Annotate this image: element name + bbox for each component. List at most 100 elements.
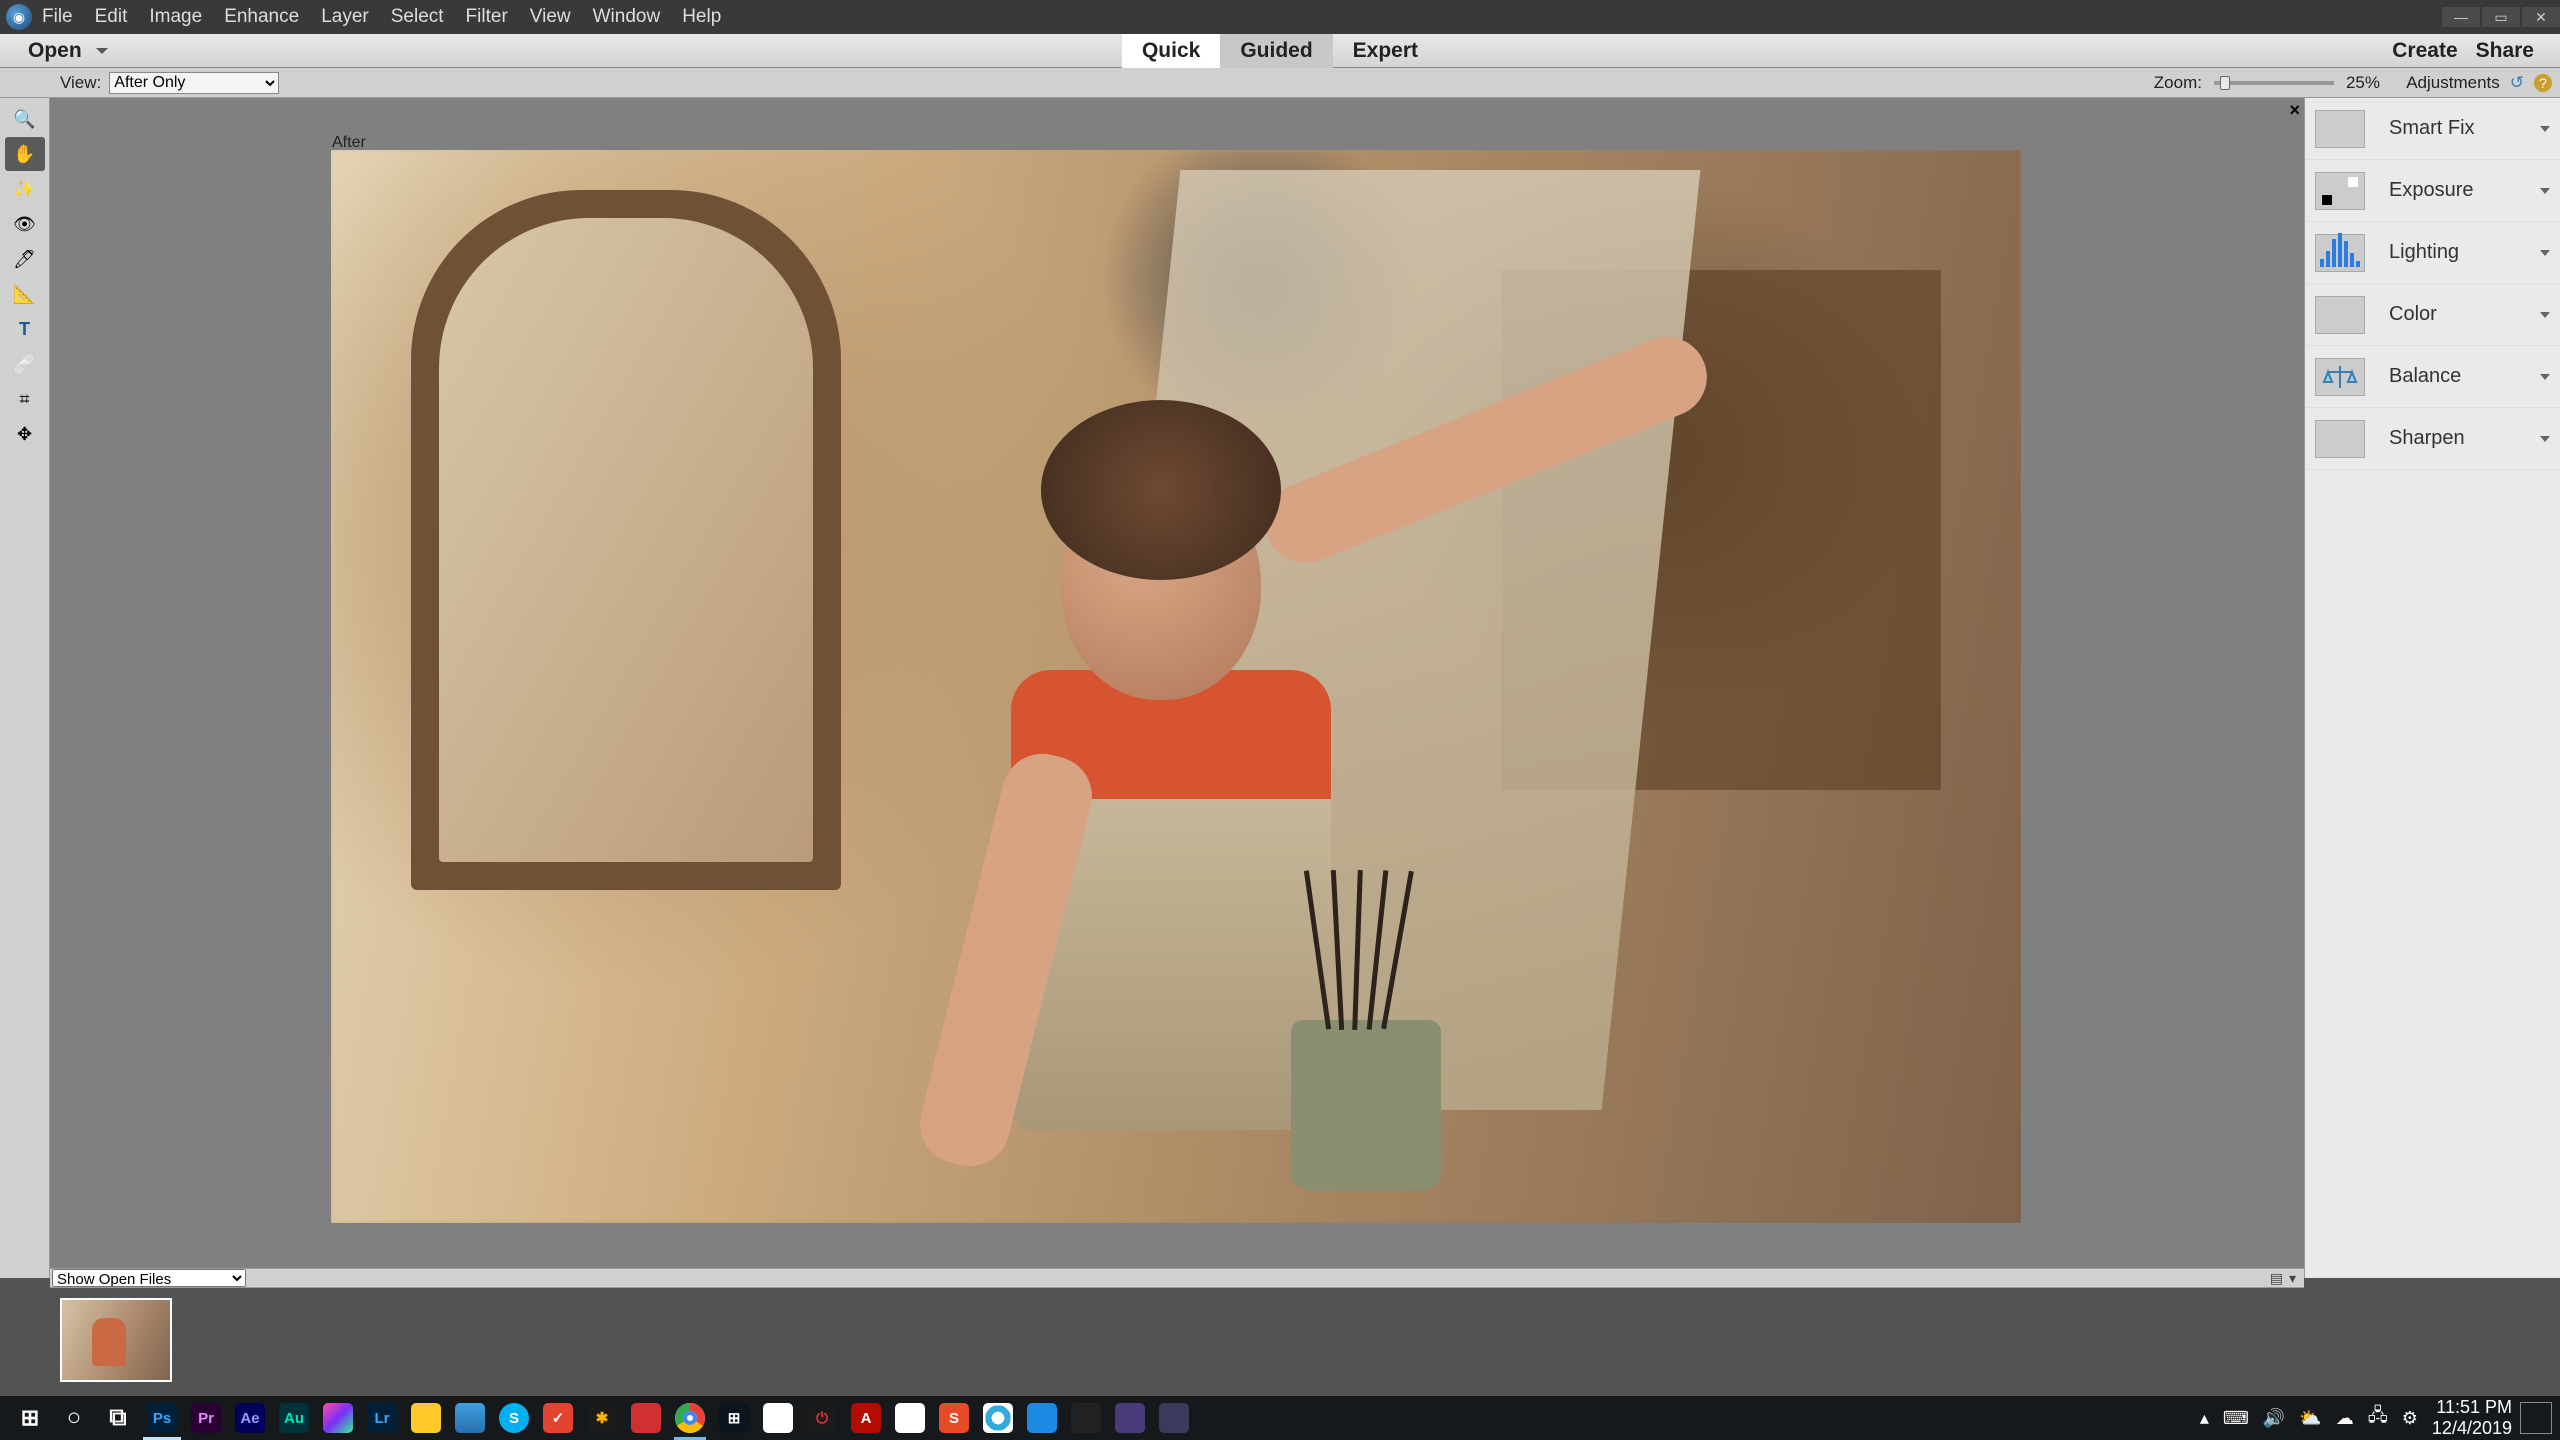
taskbar-clock[interactable]: 11:51 PM 12/4/2019: [2432, 1397, 2512, 1438]
taskbar-document[interactable]: [888, 1396, 932, 1440]
tray-icon-2[interactable]: 🔊: [2263, 1408, 2285, 1429]
share-button[interactable]: Share: [2476, 39, 2542, 63]
taskbar-audition[interactable]: Au: [272, 1396, 316, 1440]
zoom-tool[interactable]: 🔍: [5, 102, 45, 136]
tray-icon-4[interactable]: ☁: [2336, 1408, 2354, 1429]
menu-filter[interactable]: Filter: [466, 6, 508, 28]
chevron-down-icon: [96, 48, 108, 54]
prism-icon: [323, 1403, 353, 1433]
close-button[interactable]: ✕: [2522, 7, 2560, 27]
clock-date: 12/4/2019: [2432, 1418, 2512, 1439]
taskbar-pse[interactable]: [1152, 1396, 1196, 1440]
tray-icon-1[interactable]: ⌨: [2223, 1408, 2249, 1429]
taskbar-blueapp[interactable]: [1020, 1396, 1064, 1440]
tab-expert[interactable]: Expert: [1333, 34, 1438, 68]
taskbar-prism[interactable]: [316, 1396, 360, 1440]
photo-bin-select[interactable]: Show Open Files: [52, 1269, 246, 1287]
bin-grid-icon[interactable]: ▤: [2270, 1270, 2283, 1287]
eye-tool[interactable]: 👁: [5, 207, 45, 241]
taskbar-store[interactable]: [448, 1396, 492, 1440]
taskbar-photos[interactable]: [1064, 1396, 1108, 1440]
quick-select-tool[interactable]: ✨: [5, 172, 45, 206]
menu-layer[interactable]: Layer: [321, 6, 369, 28]
help-icon[interactable]: ?: [2534, 74, 2552, 92]
menu-select[interactable]: Select: [391, 6, 444, 28]
chrome-icon: [675, 1403, 705, 1433]
taskbar-cortana[interactable]: ○: [52, 1396, 96, 1440]
type-tool[interactable]: T: [5, 312, 45, 346]
taskbar-honeycomb[interactable]: ✱: [580, 1396, 624, 1440]
create-button[interactable]: Create: [2392, 39, 2465, 63]
adjustment-sharpen[interactable]: Sharpen: [2305, 408, 2560, 470]
adjustment-exposure[interactable]: Exposure: [2305, 160, 2560, 222]
notification-icon[interactable]: [2520, 1402, 2552, 1434]
tray-icon-3[interactable]: ⛅: [2299, 1408, 2321, 1429]
tray-icon-5[interactable]: 🖧: [2368, 1403, 2388, 1433]
tray-icon-6[interactable]: ⚙: [2402, 1408, 2418, 1429]
adjustment-color[interactable]: Color: [2305, 284, 2560, 346]
crop-tool[interactable]: ⌗: [5, 382, 45, 416]
taskbar-power[interactable]: ⏻: [800, 1396, 844, 1440]
photoshop-icon: Ps: [147, 1403, 177, 1433]
bin-menu-icon[interactable]: ▾: [2289, 1270, 2296, 1287]
zoom-value: 25%: [2346, 73, 2380, 93]
reset-panel-icon[interactable]: ↺: [2510, 73, 2524, 93]
taskbar-acrobat[interactable]: A: [844, 1396, 888, 1440]
photo-bin: [50, 1288, 2304, 1396]
tray-icon-0[interactable]: ▴: [2200, 1408, 2209, 1429]
taskbar-start[interactable]: ⊞: [8, 1396, 52, 1440]
close-document-icon[interactable]: ×: [2289, 100, 2300, 121]
menu-edit[interactable]: Edit: [95, 6, 128, 28]
minimize-button[interactable]: —: [2442, 7, 2480, 27]
photo-bin-thumbnail[interactable]: [60, 1298, 172, 1382]
adjustment-lighting[interactable]: Lighting: [2305, 222, 2560, 284]
lightroom-icon: Lr: [367, 1403, 397, 1433]
taskbar-lightroom[interactable]: Lr: [360, 1396, 404, 1440]
taskbar-support[interactable]: [976, 1396, 1020, 1440]
open-label: Open: [28, 39, 82, 63]
sharpen-icon: [2315, 420, 2365, 458]
aftereffects-icon: Ae: [235, 1403, 265, 1433]
zoom-slider[interactable]: [2214, 81, 2334, 85]
menu-enhance[interactable]: Enhance: [224, 6, 299, 28]
taskbar-skype[interactable]: S: [492, 1396, 536, 1440]
taskbar-premiere[interactable]: Pr: [184, 1396, 228, 1440]
chevron-down-icon: [2540, 436, 2550, 442]
taskbar-taskview[interactable]: ⧉: [96, 1396, 140, 1440]
move-tool[interactable]: ✥: [5, 417, 45, 451]
taskbar-todoist[interactable]: ✓: [536, 1396, 580, 1440]
taskbar-snagit[interactable]: S: [932, 1396, 976, 1440]
adjustment-smartfix[interactable]: Smart Fix: [2305, 98, 2560, 160]
view-select[interactable]: After Only: [109, 72, 279, 94]
menu-file[interactable]: File: [42, 6, 73, 28]
menu-image[interactable]: Image: [149, 6, 202, 28]
open-button[interactable]: Open: [0, 39, 126, 63]
document-canvas[interactable]: [331, 150, 2021, 1223]
taskbar-explorer[interactable]: [404, 1396, 448, 1440]
smartfix-icon: [2315, 110, 2365, 148]
taskbar-snip[interactable]: [624, 1396, 668, 1440]
taskbar-vidapp[interactable]: [1108, 1396, 1152, 1440]
adjustment-balance[interactable]: Balance: [2305, 346, 2560, 408]
skype-icon: S: [499, 1403, 529, 1433]
taskbar-calculator[interactable]: ⊞: [712, 1396, 756, 1440]
menu-window[interactable]: Window: [593, 6, 661, 28]
store-icon: [455, 1403, 485, 1433]
spot-heal-tool[interactable]: 🩹: [5, 347, 45, 381]
menu-view[interactable]: View: [530, 6, 571, 28]
maximize-button[interactable]: ▭: [2482, 7, 2520, 27]
hand-tool[interactable]: ✋: [5, 137, 45, 171]
lighting-icon: [2315, 234, 2365, 272]
straighten-tool[interactable]: 📐: [5, 277, 45, 311]
taskbar-aftereffects[interactable]: Ae: [228, 1396, 272, 1440]
chevron-down-icon: [2540, 188, 2550, 194]
tab-guided[interactable]: Guided: [1220, 34, 1332, 68]
taskbar-chrome[interactable]: [668, 1396, 712, 1440]
tab-quick[interactable]: Quick: [1122, 34, 1220, 68]
action-bar: Open Quick Guided Expert Create Share: [0, 34, 2560, 68]
menu-help[interactable]: Help: [682, 6, 721, 28]
document-icon: [895, 1403, 925, 1433]
taskbar-slack[interactable]: [756, 1396, 800, 1440]
whiten-tool[interactable]: 🖊: [5, 242, 45, 276]
taskbar-photoshop[interactable]: Ps: [140, 1396, 184, 1440]
